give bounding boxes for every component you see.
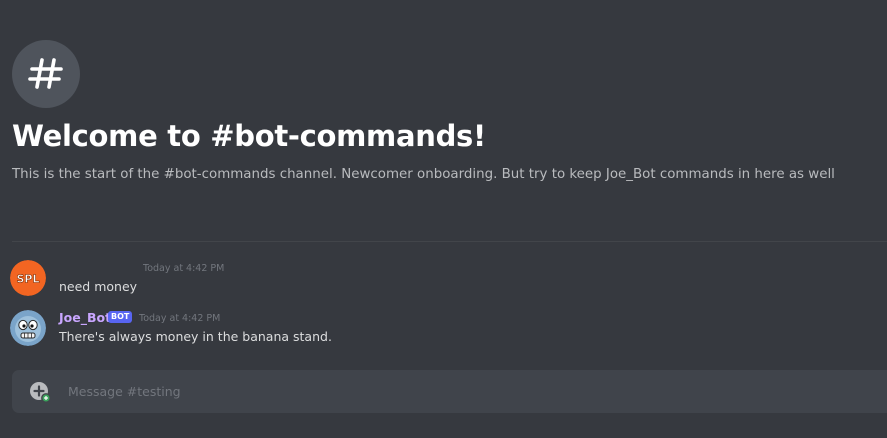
channel-welcome-title: Welcome to #bot-commands! [12, 119, 486, 153]
message-content: There's always money in the banana stand… [59, 329, 332, 344]
bot-face-avatar[interactable] [10, 310, 46, 346]
message-timestamp: Today at 4:42 PM [139, 313, 221, 324]
channel-welcome-description: This is the start of the #bot-commands c… [12, 167, 835, 182]
bot-tag: BOT [108, 311, 133, 323]
spl-avatar[interactable]: SPL [10, 260, 46, 296]
spl-avatar-text: SPL [17, 273, 40, 286]
hash-icon [12, 40, 80, 108]
message-timestamp: Today at 4:42 PM [143, 263, 225, 274]
chat-view: Welcome to #bot-commands! This is the st… [0, 0, 887, 438]
plus-circle-icon[interactable] [29, 381, 51, 403]
divider [12, 241, 887, 242]
message-item: SPL Today at 4:42 PM need money [0, 258, 887, 298]
message-input[interactable] [68, 378, 868, 404]
message-item: Joe_Bot BOT Today at 4:42 PM There's alw… [0, 308, 887, 348]
message-composer [12, 370, 887, 413]
message-content: need money [59, 279, 138, 294]
message-author[interactable]: Joe_Bot [59, 310, 111, 325]
